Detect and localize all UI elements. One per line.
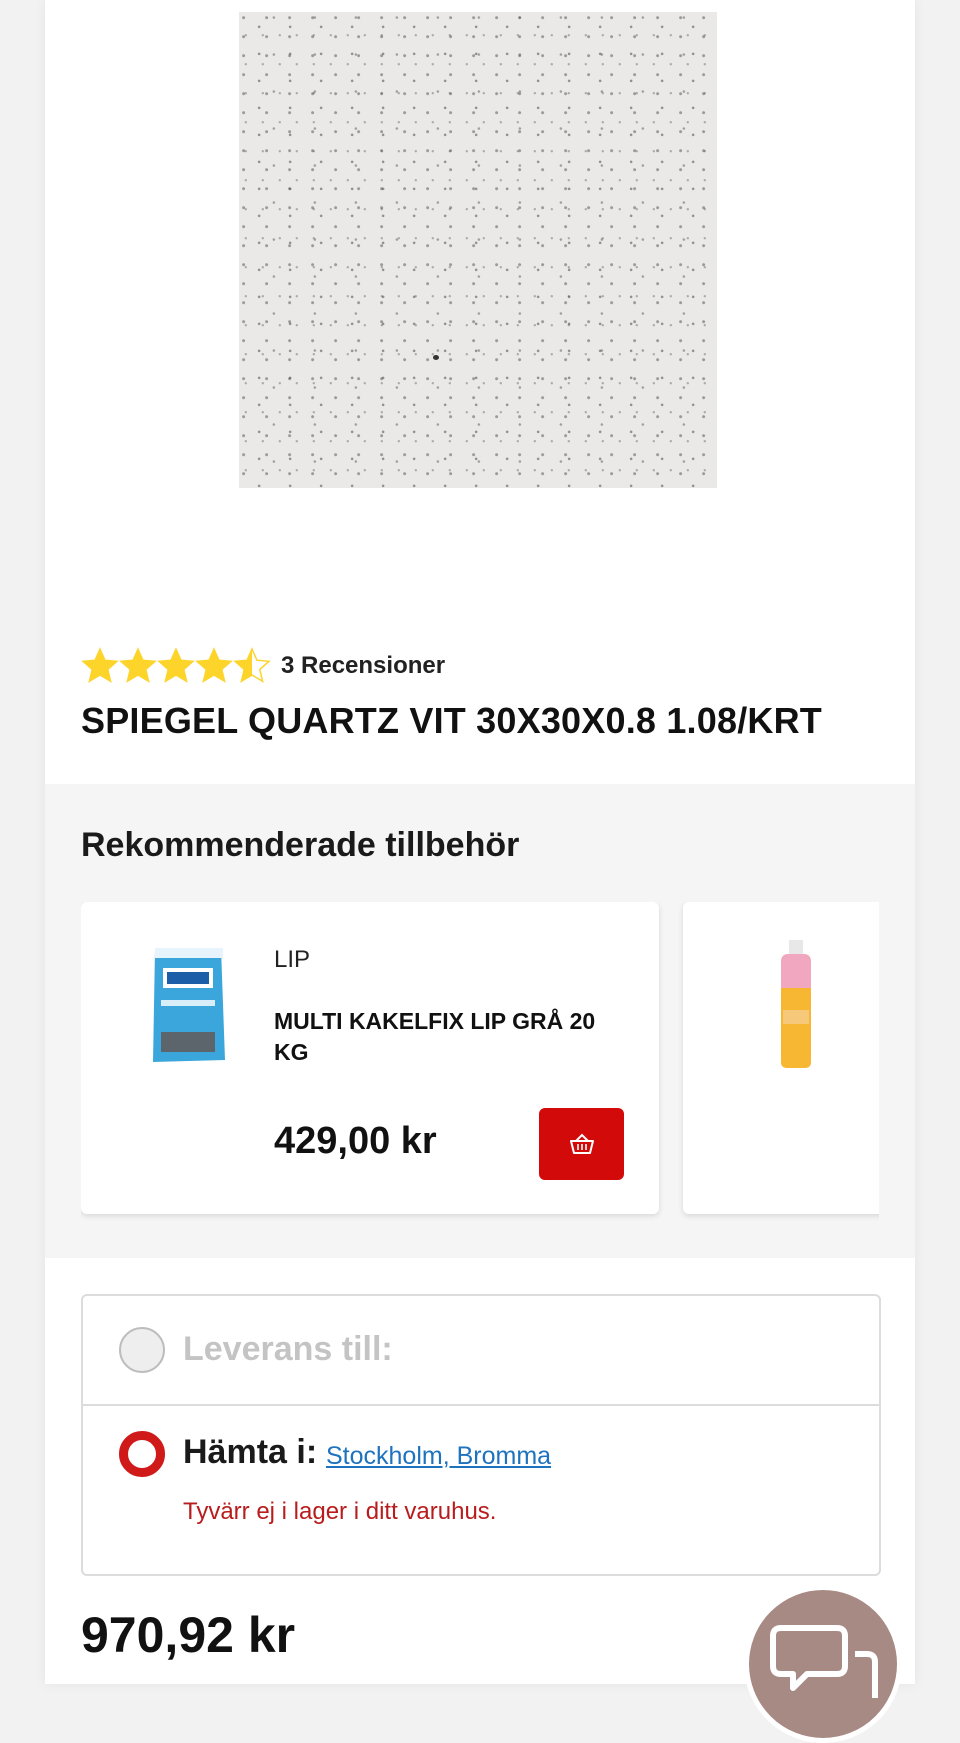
chat-button[interactable]: [744, 1585, 902, 1743]
store-link[interactable]: Stockholm, Bromma: [326, 1442, 551, 1471]
accessory-card[interactable]: LIP MULTI KAKELFIX LIP GRÅ 20 KG 429,00 …: [81, 902, 659, 1214]
pickup-option[interactable]: Hämta i: Stockholm, Bromma Tyvärr ej i l…: [83, 1406, 879, 1572]
delivery-option-label: Leverans till:: [183, 1330, 393, 1368]
chat-icon: [770, 1625, 878, 1698]
product-thumbnail[interactable]: [751, 940, 841, 1070]
accessory-card[interactable]: [683, 902, 879, 1214]
star-icon: [157, 647, 195, 683]
reviews-count[interactable]: 3 Recensioner: [281, 652, 445, 680]
delivery-options: Leverans till: Hämta i: Stockholm, Bromm…: [81, 1294, 881, 1576]
accessory-brand: LIP: [274, 946, 311, 973]
basket-icon: [569, 1133, 594, 1154]
accessories-heading: Rekommenderade tillbehör: [81, 826, 520, 864]
accessory-price: 429,00 kr: [274, 1120, 437, 1162]
add-to-cart-button[interactable]: [539, 1108, 624, 1180]
product-thumbnail[interactable]: [143, 940, 233, 1070]
star-icon: [119, 647, 157, 683]
image-speck: [433, 355, 439, 360]
stock-message: Tyvärr ej i lager i ditt varuhus.: [183, 1498, 497, 1525]
star-icon: [195, 647, 233, 683]
product-title: SPIEGEL QUARTZ VIT 30X30X0.8 1.08/KRT: [81, 700, 822, 741]
star-icon: [233, 647, 271, 683]
star-icon: [81, 647, 119, 683]
product-page: 3 Recensioner SPIEGEL QUARTZ VIT 30X30X0…: [45, 0, 915, 1684]
product-image[interactable]: [239, 12, 717, 488]
recommended-accessories: Rekommenderade tillbehör LIP MULTI KAKEL…: [45, 784, 915, 1258]
rating[interactable]: 3 Recensioner: [81, 646, 445, 686]
delivery-option[interactable]: Leverans till:: [83, 1296, 879, 1406]
pickup-option-label: Hämta i:: [183, 1433, 318, 1471]
accessories-carousel[interactable]: LIP MULTI KAKELFIX LIP GRÅ 20 KG 429,00 …: [81, 902, 879, 1222]
rating-stars: [81, 647, 271, 685]
pickup-radio[interactable]: [119, 1431, 165, 1477]
delivery-radio[interactable]: [119, 1327, 165, 1373]
accessory-name[interactable]: MULTI KAKELFIX LIP GRÅ 20 KG: [274, 1006, 604, 1068]
product-price: 970,92 kr: [81, 1607, 296, 1663]
